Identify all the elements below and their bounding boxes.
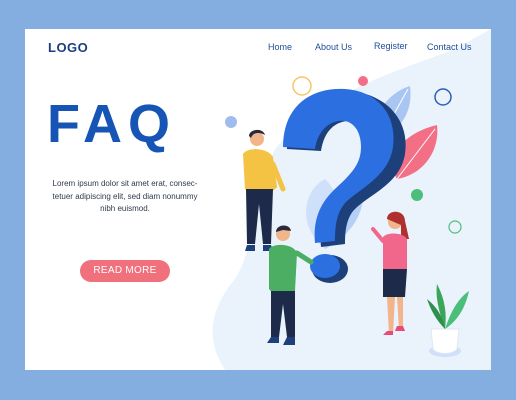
circle-decor-icon [411, 189, 423, 201]
plant-pot-icon [427, 284, 469, 357]
man-green-shirt-figure [267, 225, 314, 345]
faq-illustration [225, 76, 469, 357]
circle-decor-icon [225, 116, 237, 128]
circle-decor-icon [448, 220, 462, 234]
landing-card: LOGO Home About Us Register Contact Us F… [25, 29, 491, 370]
woman-figure [371, 211, 409, 335]
circle-decor-icon [434, 88, 452, 106]
circle-decor-icon [358, 76, 368, 86]
circle-decor-icon [292, 76, 312, 96]
